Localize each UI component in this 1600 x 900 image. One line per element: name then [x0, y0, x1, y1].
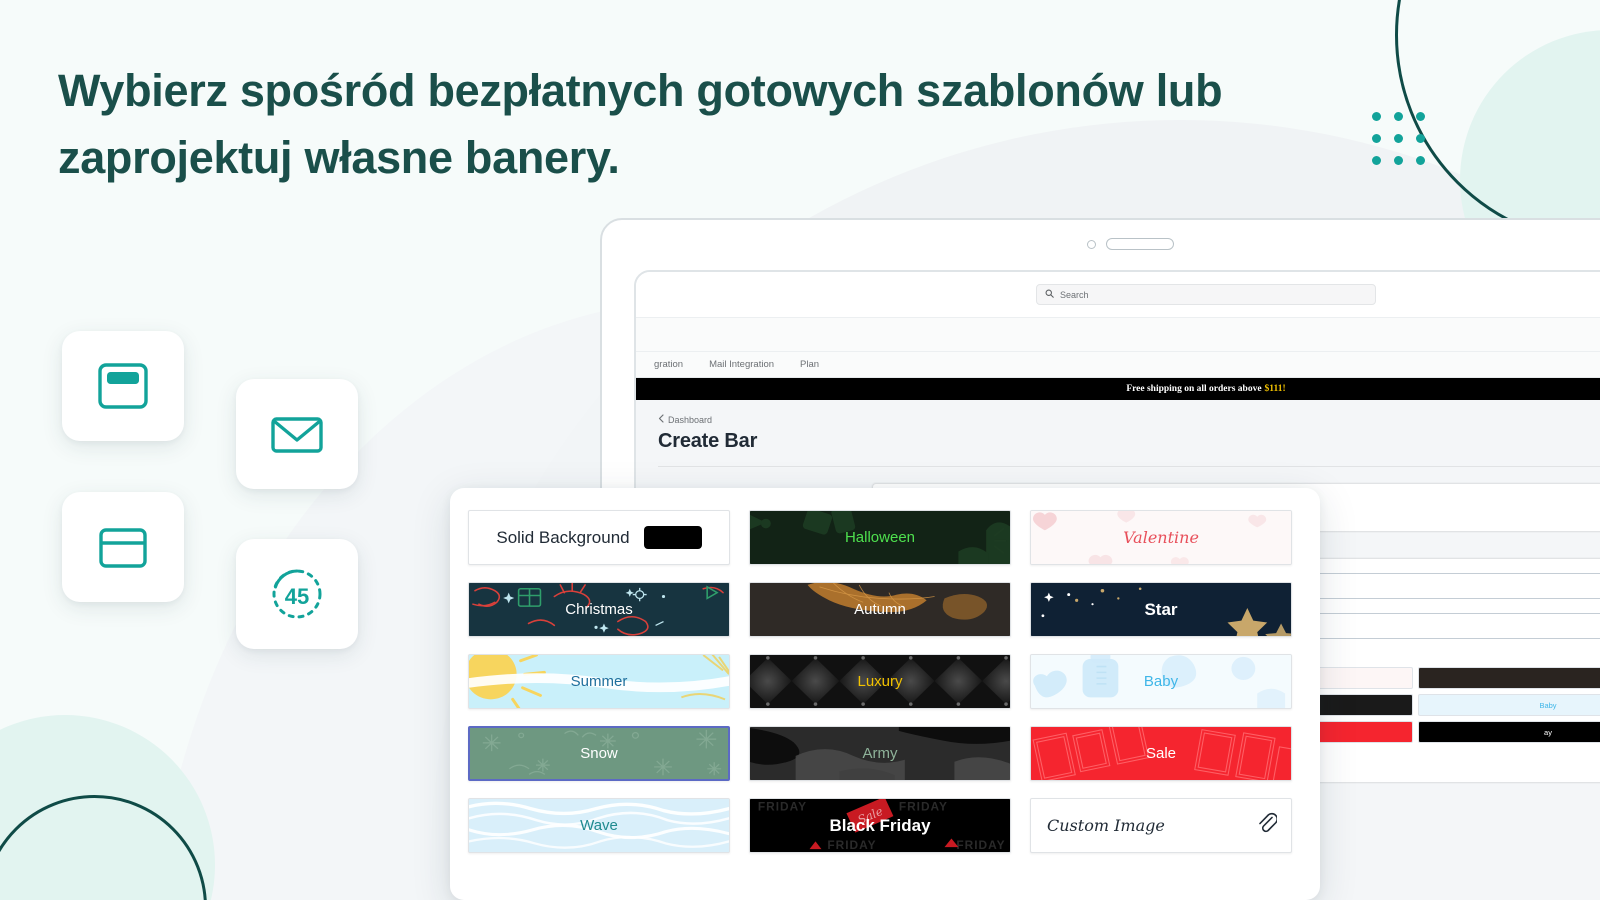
template-label-baby: Baby: [1143, 673, 1179, 690]
split-banner-icon: [94, 518, 152, 576]
dot-grid-icon: [1372, 112, 1425, 165]
template-tile-autumn[interactable]: Autumn: [749, 582, 1011, 637]
template-label-luxury: Luxury: [857, 673, 903, 690]
mini-template-tile[interactable]: [1418, 667, 1600, 689]
mail-envelope-icon: [268, 405, 326, 463]
template-grid: Solid Background Halloween Valentine Chr…: [468, 510, 1302, 853]
mini-template-tile[interactable]: ay: [1418, 721, 1600, 743]
template-tile-summer[interactable]: Summer: [468, 654, 730, 709]
template-tile-solid-background[interactable]: Solid Background: [468, 510, 730, 565]
camera-icon: [1086, 239, 1096, 249]
template-label-christmas: Christmas: [565, 601, 633, 618]
template-tile-custom-image[interactable]: Custom Image: [1030, 798, 1292, 853]
speaker-icon: [1105, 238, 1174, 250]
page-headline: Wybierz spośród bezpłatnych gotowych sza…: [58, 65, 1223, 183]
template-label-summer: Summer: [570, 673, 628, 690]
feature-card-mail: [236, 379, 358, 489]
template-label-custom-image: Custom Image: [1047, 816, 1165, 835]
mini-template-label: ay: [1544, 727, 1552, 737]
svg-text:FRIDAY: FRIDAY: [827, 839, 876, 852]
template-label-army: Army: [862, 745, 898, 762]
template-label-valentine: Valentine: [1123, 528, 1199, 547]
nav-tab-integration[interactable]: gration: [654, 359, 683, 370]
feature-card-countdown: 45: [236, 539, 358, 649]
template-tile-wave[interactable]: Wave: [468, 798, 730, 853]
template-tile-baby[interactable]: Baby: [1030, 654, 1292, 709]
search-input[interactable]: Search: [1036, 284, 1376, 305]
feature-card-top-banner: [62, 331, 184, 441]
search-icon: [1045, 289, 1054, 300]
template-label-solid-background: Solid Background: [496, 527, 630, 547]
svg-text:FRIDAY: FRIDAY: [758, 801, 807, 814]
template-tile-christmas[interactable]: Christmas: [468, 582, 730, 637]
app-header-strip: [636, 318, 1600, 352]
template-label-snow: Snow: [580, 745, 618, 762]
mini-template-tile[interactable]: Baby: [1418, 694, 1600, 716]
template-tile-army[interactable]: Army: [749, 726, 1011, 781]
announcement-amount: $111!: [1264, 384, 1286, 394]
svg-text:FRIDAY: FRIDAY: [956, 839, 1005, 852]
breadcrumb-label: Dashboard: [668, 414, 713, 425]
template-tile-snow[interactable]: Snow: [468, 726, 730, 781]
breadcrumb[interactable]: Dashboard: [658, 414, 1600, 425]
svg-text:FRIDAY: FRIDAY: [899, 801, 948, 814]
browser-top-bar: Search: [636, 272, 1600, 318]
template-label-autumn: Autumn: [854, 601, 906, 618]
template-label-black-friday: Black Friday: [829, 815, 931, 835]
countdown-value: 45: [285, 584, 309, 609]
laptop-camera-row: [602, 238, 1600, 250]
page-title: Create Bar: [658, 430, 758, 452]
template-label-wave: Wave: [580, 817, 618, 834]
announcement-bar-preview: Free shipping on all orders above $111!: [636, 378, 1600, 400]
template-tile-valentine[interactable]: Valentine: [1030, 510, 1292, 565]
template-label-sale: Sale: [1145, 745, 1177, 762]
template-picker-panel: Solid Background Halloween Valentine Chr…: [450, 488, 1320, 900]
page-stage: Wybierz spośród bezpłatnych gotowych sza…: [0, 0, 1600, 900]
top-banner-icon: [94, 357, 152, 415]
chevron-left-icon: [658, 414, 664, 425]
countdown-timer-icon: 45: [266, 563, 328, 625]
template-label-halloween: Halloween: [844, 529, 916, 546]
header-divider: [658, 466, 1600, 467]
template-tile-sale[interactable]: Sale: [1030, 726, 1292, 781]
mini-template-label: Baby: [1539, 700, 1557, 710]
template-tile-luxury[interactable]: Luxury: [749, 654, 1011, 709]
search-placeholder: Search: [1060, 289, 1089, 300]
template-tile-halloween[interactable]: Halloween: [749, 510, 1011, 565]
template-tile-star[interactable]: Star: [1030, 582, 1292, 637]
nav-tab-plan[interactable]: Plan: [800, 359, 819, 370]
solid-background-color-swatch[interactable]: [643, 526, 702, 549]
template-label-star: Star: [1144, 599, 1178, 619]
page-header: Create Bar Save: [658, 430, 1600, 453]
template-tile-black-friday[interactable]: FRIDAY FRIDAY FRIDAY FRIDAY Sale Black Fri…: [749, 798, 1011, 853]
feature-card-split-banner: [62, 492, 184, 602]
nav-tab-mail-integration[interactable]: Mail Integration: [709, 359, 774, 370]
announcement-text: Free shipping on all orders above: [1126, 384, 1262, 394]
paperclip-icon[interactable]: [1257, 812, 1279, 839]
app-nav-tabs: gration Mail Integration Plan: [636, 352, 1600, 378]
